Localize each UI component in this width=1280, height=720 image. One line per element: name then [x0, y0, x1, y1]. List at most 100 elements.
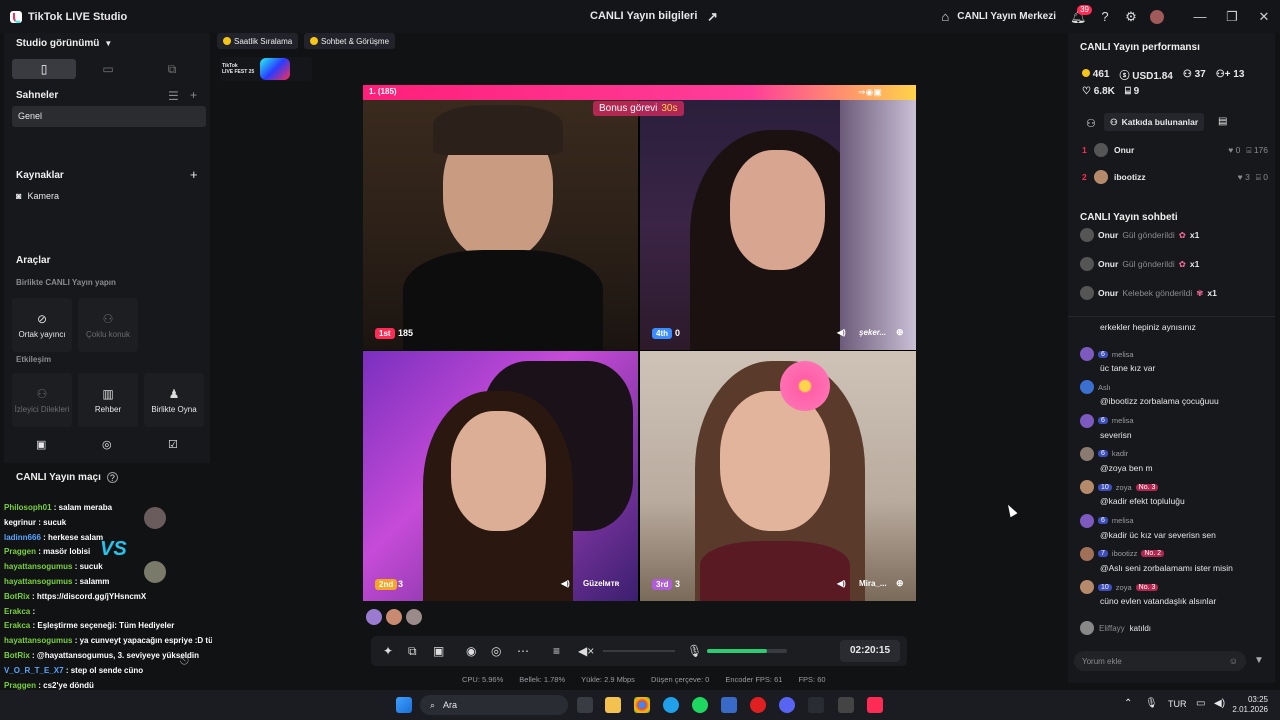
maximize-button[interactable]: ❐ — [1216, 9, 1248, 25]
multi-guest-button[interactable]: ⚇ Çoklu konuk — [78, 298, 138, 352]
add-source-icon[interactable]: + — [190, 167, 198, 182]
guest-avatar[interactable] — [366, 609, 382, 625]
guest-cell-2[interactable] — [640, 100, 916, 350]
guest-cell-1[interactable] — [363, 100, 638, 350]
live-fest-banner[interactable]: TikTok LIVE FEST 25 — [220, 57, 312, 81]
taskbar-search[interactable]: ⌕ Ara — [420, 695, 568, 715]
chat-comment[interactable]: 10 zoya No. 3 @kadir efekt topluluğu — [1072, 480, 1272, 506]
tiktok-live-studio-icon[interactable] — [867, 697, 883, 713]
language-indicator[interactable]: TUR — [1168, 699, 1187, 709]
chat-comment[interactable]: 6 melisa üc tane kız var — [1072, 347, 1272, 373]
chat-comment[interactable]: erkekler hepiniz aynısınız — [1072, 320, 1272, 332]
tray-chevron-icon[interactable]: ⌃ — [1124, 698, 1132, 709]
comment-user: melisa — [1111, 349, 1134, 359]
effects-icon[interactable]: ⧉ — [408, 644, 417, 659]
help-icon[interactable]: ? — [1098, 9, 1112, 24]
person-settings-icon[interactable]: ⚇ — [1086, 117, 1096, 130]
magic-wand-icon[interactable]: ✦ — [383, 644, 393, 658]
co-host-button[interactable]: ⊘ Ortak yayıncı — [12, 298, 72, 352]
mic-tray-icon[interactable]: 🎙︎ — [1145, 698, 1158, 709]
settings-gear-icon[interactable]: ⚙ — [1124, 9, 1138, 24]
chat-text: : salamm — [72, 577, 110, 586]
mixer-icon[interactable]: ≡ — [553, 644, 560, 658]
network-icon[interactable]: ▭ — [1196, 698, 1205, 709]
emoji-icon[interactable]: ☺ — [1229, 656, 1238, 666]
clock[interactable]: 03:25 2.01.2026 — [1228, 695, 1268, 715]
scene-item-genel[interactable]: Genel — [12, 106, 206, 127]
obs-icon[interactable] — [838, 697, 854, 713]
contributors-tab[interactable]: ⚇ Katkıda bulunanlar — [1104, 113, 1205, 131]
speaker-mute-icon[interactable]: ◀× — [578, 644, 594, 658]
add-icon[interactable]: ⊕ — [896, 327, 904, 338]
comment-avatar — [1080, 380, 1094, 395]
more-icon[interactable]: ⋯ — [517, 644, 529, 658]
windows-start-icon[interactable] — [396, 697, 412, 713]
chat-comment[interactable]: 6 kadir @zoya ben m — [1072, 446, 1272, 473]
app-icon[interactable] — [808, 697, 824, 713]
comment-user: ibootizz — [1111, 549, 1138, 559]
microphone-icon[interactable]: 🎙︎ — [687, 644, 702, 658]
chat-comment[interactable]: 7 ibootizz No. 2 @Aslı seni zorbalamamı ist… — [1072, 546, 1272, 573]
live-center-button[interactable]: ⌂ CANLI Yayın Merkezi — [938, 9, 1056, 24]
record-icon[interactable]: ◉ — [466, 644, 476, 658]
task-view-icon[interactable] — [577, 697, 593, 713]
spotify-icon[interactable] — [692, 697, 708, 713]
mic-volume-slider[interactable] — [707, 649, 787, 653]
source-item-camera[interactable]: ◙ Kamera — [16, 191, 59, 201]
top-contributor-row[interactable]: 1 Onur ♥ 0 ⌸ 176 — [1082, 143, 1268, 157]
hourly-ranking-chip[interactable]: Saatlik Sıralama — [217, 33, 299, 49]
chat-comment[interactable]: 6 melisa severisn — [1072, 413, 1272, 440]
guest-cell-3[interactable] — [363, 351, 638, 601]
filter-icon[interactable]: ▼ — [1254, 655, 1264, 666]
comment-input[interactable]: Yorum ekle ☺ — [1074, 651, 1246, 671]
layout-icon[interactable]: ▣ — [433, 644, 444, 658]
opera-icon[interactable] — [750, 697, 766, 713]
discord-icon[interactable] — [779, 697, 795, 713]
guest-avatar[interactable] — [386, 609, 402, 625]
guest-avatar[interactable] — [406, 609, 422, 625]
chat-comment[interactable]: 10 zoya No. 3 cüno evlen vatandaşlık alsınl… — [1072, 580, 1272, 606]
notification-bell-icon[interactable]: 🔔︎ 39 — [1070, 4, 1092, 24]
speaker-icon[interactable]: ◀) — [561, 579, 570, 588]
info-icon[interactable]: ? — [106, 472, 118, 483]
landscape-layout-icon[interactable]: ▭ — [76, 59, 140, 79]
portrait-layout-icon[interactable]: ▯ — [12, 59, 76, 79]
guide-button[interactable]: ▥ Rehber — [78, 373, 138, 427]
speaker-icon[interactable]: ◀) — [837, 579, 846, 588]
top-contributor-row[interactable]: 2 ibootizz ♥ 3 ⌸ 0 — [1082, 170, 1268, 184]
tool-icon-3[interactable]: ☑ — [168, 438, 178, 451]
chrome-icon[interactable] — [634, 697, 650, 713]
chat-comment[interactable]: 6 melisa @kadir üc kız var severisn sen — [1072, 513, 1272, 540]
left-chat-message: hayattansogumus : ya cunveyt yapacağın e… — [4, 636, 212, 645]
viewer-wishes-button[interactable]: ⚇ İzleyici Dilekleri — [12, 373, 72, 427]
add-scene-icon[interactable]: + — [190, 88, 197, 102]
user-avatar[interactable] — [1150, 9, 1164, 24]
left-chat-message: Erakca : Eşleştirme seçeneği: Tüm Hediye… — [4, 621, 174, 630]
list-icon[interactable]: ☰ — [168, 89, 179, 103]
memory-stat: Bellek: 1.78% — [519, 675, 566, 684]
live-info-button[interactable]: CANLI Yayın bilgileri ↗ — [590, 10, 719, 24]
speaker-icon[interactable]: ◀) — [837, 328, 846, 337]
play-together-button[interactable]: ♟ Birlikte Oyna — [144, 373, 204, 427]
chat-meet-chip[interactable]: Sohbet & Görüşme — [304, 33, 396, 49]
file-explorer-icon[interactable] — [605, 697, 621, 713]
close-button[interactable]: ✕ — [1248, 9, 1280, 25]
gift-list-icon[interactable]: ▤ — [1218, 116, 1227, 127]
tool-icon-1[interactable]: ▣ — [36, 438, 46, 451]
exit-icon[interactable]: ⎋ — [180, 655, 189, 668]
speaker-volume-slider[interactable] — [603, 650, 675, 652]
edge-icon[interactable] — [663, 697, 679, 713]
steam-icon[interactable] — [721, 697, 737, 713]
tool-icon-2[interactable]: ◎ — [102, 438, 112, 451]
camera-effect-icon[interactable]: ◎ — [491, 644, 501, 658]
guest-cell-4[interactable] — [640, 351, 916, 601]
rank-pill: 2nd — [375, 579, 398, 590]
chat-comment[interactable]: Aslı @ibootizz zorbalama çocuğuuu — [1072, 380, 1272, 406]
comment-text: severisn — [1100, 429, 1132, 440]
minimize-button[interactable]: — — [1184, 9, 1216, 24]
volume-icon[interactable]: ◀) — [1214, 698, 1225, 709]
dual-layout-icon[interactable]: ⧉ — [140, 59, 204, 79]
studio-view-dropdown[interactable]: Studio görünümü ▼ — [16, 38, 112, 49]
add-icon[interactable]: ⊕ — [896, 578, 904, 589]
source-camera-label: Kamera — [27, 191, 59, 201]
